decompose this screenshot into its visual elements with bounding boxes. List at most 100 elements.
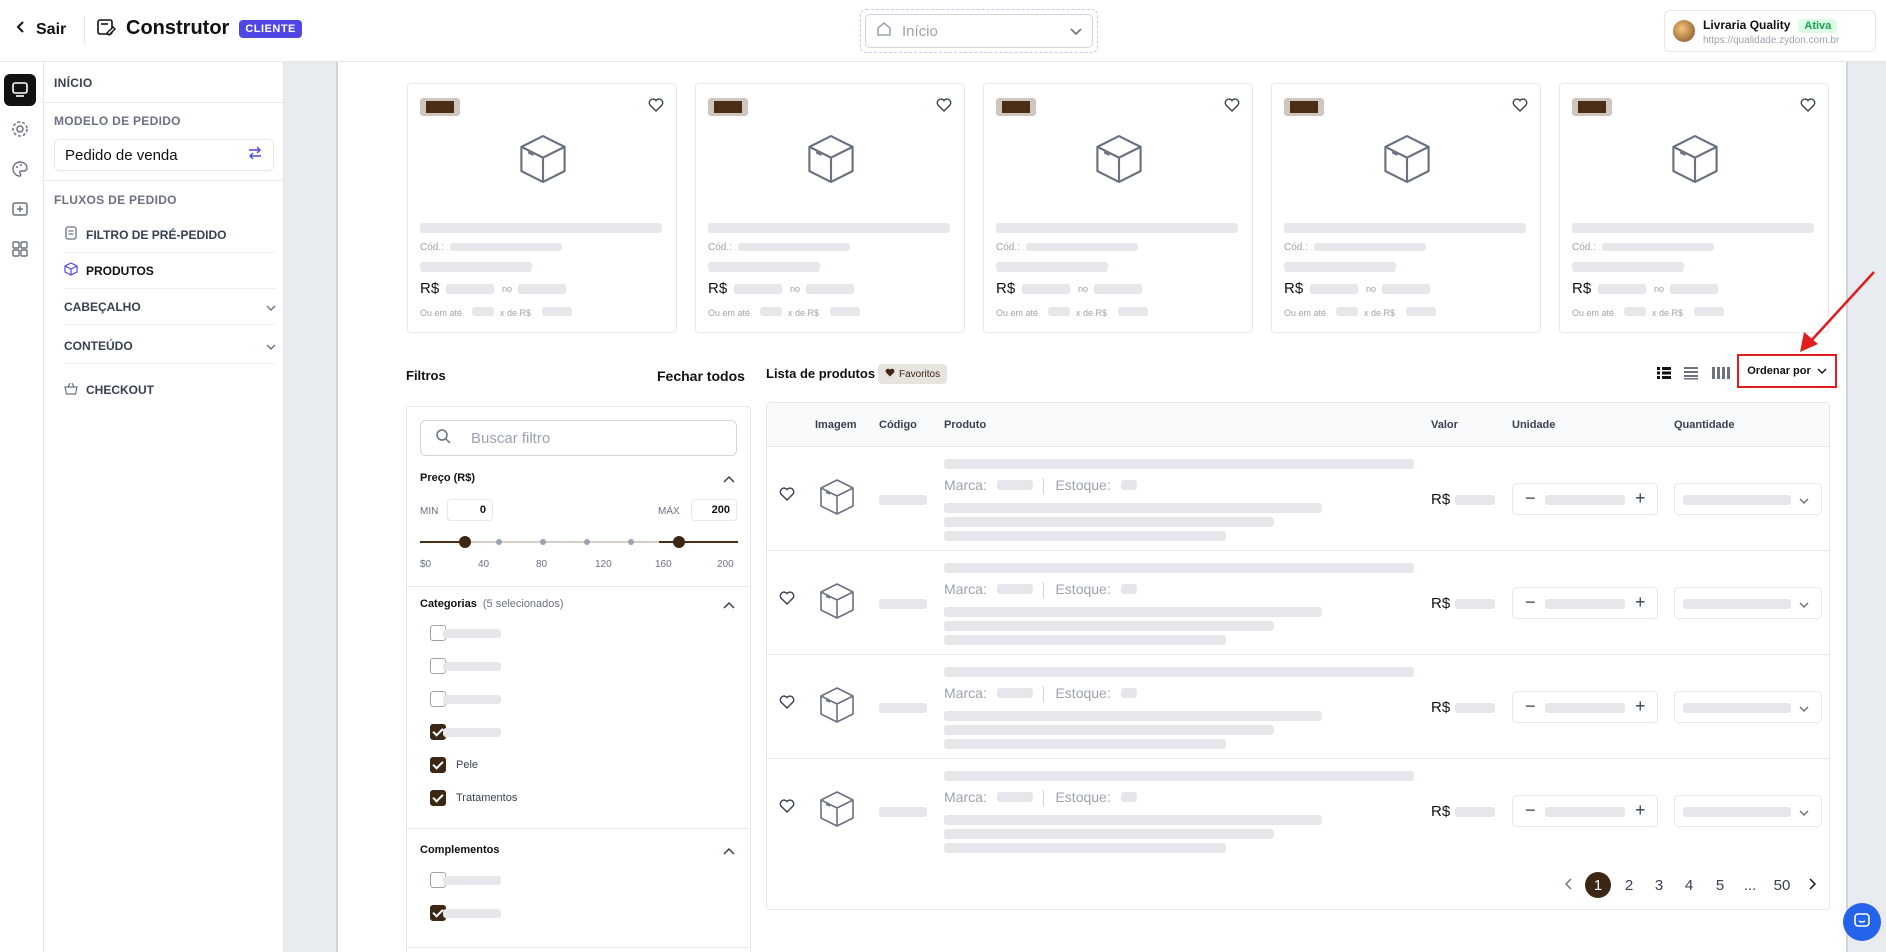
range-step-dot	[584, 539, 590, 545]
quantity-select[interactable]	[1674, 483, 1822, 515]
page-select[interactable]: Início	[865, 14, 1093, 48]
order-model-select[interactable]: Pedido de venda	[54, 139, 274, 171]
chevron-up-icon[interactable]	[723, 471, 735, 486]
category-checkbox[interactable]	[430, 790, 446, 806]
pagination-page-button[interactable]: 50	[1769, 872, 1795, 898]
grid-columns-view-icon[interactable]	[1711, 366, 1733, 383]
table-row: Marca: Estoque: R$ − +	[767, 551, 1829, 655]
pagination-prev-button[interactable]	[1556, 872, 1582, 898]
heart-icon[interactable]	[1800, 98, 1816, 115]
price-range-fill-right	[659, 541, 738, 543]
rail-store-button[interactable]	[4, 194, 36, 226]
skeleton-line	[1572, 262, 1684, 272]
product-card[interactable]: Cód.: R$ no Ou em até x de R$	[695, 83, 965, 333]
favorites-filter-chip[interactable]: Favoritos	[878, 364, 948, 384]
price-max-thumb[interactable]	[673, 536, 685, 548]
flow-item-content[interactable]: CONTEÚDO	[64, 328, 276, 364]
chat-support-button[interactable]	[1843, 903, 1881, 941]
range-tick-label: 200	[717, 559, 734, 570]
unit-stepper[interactable]: − +	[1512, 691, 1658, 723]
skeleton-line	[1455, 599, 1495, 609]
table-row: Marca: Estoque: R$ − +	[767, 655, 1829, 759]
product-card[interactable]: Cód.: R$ no Ou em até x de R$	[1271, 83, 1541, 333]
flow-item-products[interactable]: PRODUTOS	[64, 253, 276, 289]
chevron-up-icon[interactable]	[723, 843, 735, 858]
heart-icon[interactable]	[779, 695, 795, 712]
order-by-button[interactable]: Ordenar por	[1737, 354, 1837, 388]
store-switcher[interactable]: Livraria Quality Ativa https://qualidade.…	[1664, 10, 1876, 52]
chevron-left-icon	[1564, 877, 1573, 894]
plus-icon[interactable]: +	[1635, 800, 1646, 821]
flow-item-pre-order-filter[interactable]: FILTRO DE PRÉ-PEDIDO	[64, 217, 276, 253]
pagination-page-button[interactable]: 5	[1707, 872, 1733, 898]
pagination-next-button[interactable]	[1799, 872, 1825, 898]
plus-icon[interactable]: +	[1635, 488, 1646, 509]
product-tag	[420, 98, 460, 116]
filter-search-input[interactable]: Buscar filtro	[420, 420, 737, 456]
flow-item-checkout[interactable]: CHECKOUT	[64, 372, 276, 408]
heart-icon[interactable]	[1512, 98, 1528, 115]
flow-item-header[interactable]: CABEÇALHO	[64, 289, 276, 325]
price-filter-heading: Preço (R$)	[420, 472, 476, 484]
compact-view-icon[interactable]	[1683, 366, 1699, 383]
product-placeholder-icon	[1668, 132, 1722, 189]
unit-stepper[interactable]: − +	[1512, 483, 1658, 515]
card-installment-mid: x de R$	[1364, 308, 1396, 318]
heart-icon[interactable]	[936, 98, 952, 115]
category-checkbox[interactable]	[430, 757, 446, 773]
minus-icon[interactable]: −	[1525, 592, 1536, 613]
card-code-label: Cód.:	[708, 242, 732, 253]
quantity-select[interactable]	[1674, 691, 1822, 723]
product-list-title: Lista de produtos	[766, 366, 876, 381]
heart-icon[interactable]	[648, 98, 664, 115]
heart-icon[interactable]	[779, 799, 795, 816]
pagination-page-button[interactable]: 3	[1646, 872, 1672, 898]
cube-icon	[64, 262, 78, 279]
side-start-link[interactable]: INÍCIO	[54, 76, 92, 90]
skeleton-line	[1455, 495, 1495, 505]
heart-icon[interactable]	[779, 591, 795, 608]
pagination-page-button[interactable]: 1	[1585, 872, 1611, 898]
pagination-page-button[interactable]: 2	[1616, 872, 1642, 898]
meta-divider	[1042, 686, 1044, 703]
rail-settings-button[interactable]	[4, 114, 36, 146]
product-card[interactable]: Cód.: R$ no Ou em até x de R$	[407, 83, 677, 333]
price-max-input[interactable]: 200	[691, 499, 737, 521]
list-view-icon[interactable]	[1656, 366, 1672, 383]
heart-icon[interactable]	[779, 487, 795, 504]
rail-theme-button[interactable]	[4, 154, 36, 186]
store-url: https://qualidade.zydon.com.br	[1703, 34, 1840, 46]
card-installment-prefix: Ou em até	[420, 308, 463, 318]
unit-stepper[interactable]: − +	[1512, 795, 1658, 827]
plus-icon[interactable]: +	[1635, 696, 1646, 717]
client-badge: CLIENTE	[239, 19, 302, 38]
quantity-select[interactable]	[1674, 795, 1822, 827]
price-min-input[interactable]: 0	[447, 499, 493, 521]
minus-icon[interactable]: −	[1525, 488, 1536, 509]
close-all-filters-button[interactable]: Fechar todos	[657, 368, 745, 384]
price-min-thumb[interactable]	[459, 536, 471, 548]
skeleton-line	[1670, 284, 1718, 294]
product-placeholder-icon	[516, 132, 570, 189]
heart-icon[interactable]	[1224, 98, 1240, 115]
minus-icon[interactable]: −	[1525, 800, 1536, 821]
order-model-heading: MODELO DE PEDIDO	[54, 114, 181, 128]
minus-icon[interactable]: −	[1525, 696, 1536, 717]
filter-divider	[407, 828, 750, 829]
rail-pages-button[interactable]	[4, 74, 36, 106]
table-header: Imagem Código Produto Valor Unidade Quan…	[767, 403, 1829, 447]
brand-label: Marca:	[944, 789, 987, 805]
plus-icon[interactable]: +	[1635, 592, 1646, 613]
back-button[interactable]: Sair	[16, 20, 66, 39]
unit-stepper[interactable]: − +	[1512, 587, 1658, 619]
skeleton-line	[879, 807, 927, 817]
skeleton-line	[879, 599, 927, 609]
pagination-page-button[interactable]: 4	[1676, 872, 1702, 898]
card-installment-mid: x de R$	[500, 308, 532, 318]
chevron-up-icon[interactable]	[723, 597, 735, 612]
quantity-select[interactable]	[1674, 587, 1822, 619]
product-card[interactable]: Cód.: R$ no Ou em até x de R$	[1559, 83, 1829, 333]
rail-apps-button[interactable]	[4, 234, 36, 266]
product-card[interactable]: Cód.: R$ no Ou em até x de R$	[983, 83, 1253, 333]
skeleton-line	[1683, 807, 1791, 817]
